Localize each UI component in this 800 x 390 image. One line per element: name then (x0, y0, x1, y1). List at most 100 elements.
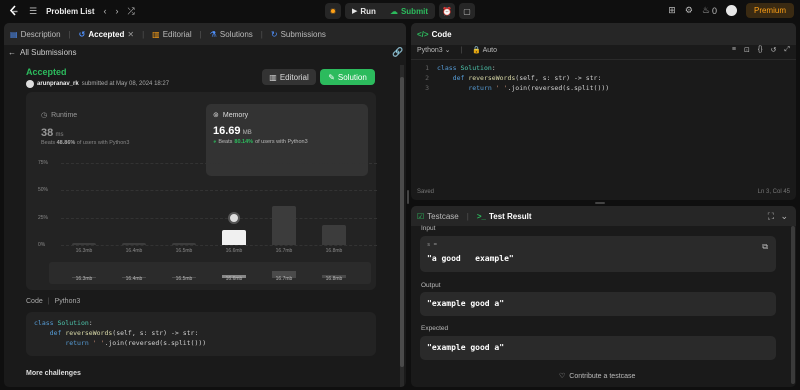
code-line: class Solution: (34, 318, 368, 328)
code-icon: </> (417, 29, 429, 39)
x-tick-label: 16.8mb (325, 248, 343, 254)
maximize-icon[interactable]: ⛶ (768, 211, 774, 222)
tab-editorial[interactable]: ▥ Editorial (152, 30, 191, 39)
braces-icon[interactable]: {} (758, 46, 763, 54)
code-header: </> Code (411, 23, 796, 45)
y-tick-label: 50% (38, 187, 49, 194)
x-tick-label: 16.3mb (75, 248, 93, 254)
chart-bar-16.6mb[interactable] (222, 229, 246, 245)
navigator-label: 16.4mb (125, 276, 143, 282)
submitted-code-block[interactable]: class Solution: def reverseWords(self, s… (26, 312, 376, 356)
tab-testcase[interactable]: ☑ Testcase (417, 212, 459, 221)
solution-button[interactable]: ✎ Solution (320, 69, 375, 85)
problem-list-link[interactable]: Problem List (46, 7, 94, 16)
tab-divider: | (466, 211, 469, 221)
reset-icon[interactable]: ↺ (771, 46, 777, 54)
share-link-icon[interactable]: 🔗 (392, 47, 403, 58)
terminal-icon: >_ (476, 211, 486, 221)
navigator-label: 16.3mb (75, 276, 93, 282)
code-panel: </> Code Python3 ⌄ | 🔒 Auto ≡ ⊡ {} ↺ ⤢ 12… (411, 23, 796, 200)
settings-icon[interactable]: ⚙ (685, 5, 693, 16)
username[interactable]: arunpranav_rk (37, 81, 79, 87)
submit-button[interactable]: ☁ Submit (383, 3, 435, 19)
code-token: return (468, 84, 496, 92)
user-avatar-small[interactable] (26, 80, 34, 88)
tab-description[interactable]: ▤ Description (10, 30, 61, 39)
run-button[interactable]: ▶ Run (345, 3, 383, 19)
your-submission-avatar (228, 211, 240, 224)
streak-counter[interactable]: ♨ 0 (702, 5, 717, 16)
prev-problem-icon[interactable]: ‹ (104, 6, 107, 16)
testcase-scrollbar[interactable] (791, 226, 795, 384)
leetcode-logo-icon[interactable] (8, 5, 20, 17)
code-token: class (34, 319, 58, 327)
arrow-left-icon: ← (8, 47, 16, 57)
expected-label: Expected (421, 325, 449, 332)
chart-bar-16.3mb[interactable] (72, 243, 96, 245)
divider (411, 59, 796, 60)
editorial-button[interactable]: ▥ Editorial (262, 69, 316, 85)
tab-divider: | (199, 29, 202, 39)
auto-mode-button[interactable]: 🔒 Auto (472, 46, 497, 54)
chart-bar-16.5mb[interactable] (172, 243, 196, 245)
status-accepted: Accepted (26, 67, 67, 77)
alarm-icon: ⏰ (442, 6, 453, 16)
expected-value: "example good a" (427, 343, 505, 352)
back-link[interactable]: ← All Submissions (8, 45, 402, 59)
code-token: (self, s: str) -> str: (112, 329, 199, 337)
input-label: Input (421, 225, 436, 232)
close-tab-icon[interactable]: ✕ (127, 30, 134, 39)
code-token: : (491, 64, 496, 72)
code-token: def (452, 74, 469, 82)
output-label: Output (421, 282, 441, 289)
chart-bar-16.7mb[interactable] (272, 205, 296, 245)
book-icon: ▥ (269, 72, 277, 82)
shuffle-icon[interactable]: ⤮ (128, 6, 135, 17)
timer-button[interactable]: ⏰ (439, 3, 456, 19)
format-icon[interactable]: ≡ (732, 46, 736, 54)
code-token: Solution (460, 64, 492, 72)
tab-divider: | (68, 29, 71, 39)
debug-button[interactable]: ✹ (325, 3, 341, 19)
history-icon: ↺ (78, 29, 86, 39)
vertical-resize-handle[interactable] (595, 202, 605, 204)
code-editor[interactable]: class Solution: def reverseWords(self, s… (437, 63, 609, 93)
bookmark-icon[interactable]: ⊡ (744, 46, 750, 54)
submitted-time: submitted at May 08, 2024 18:27 (81, 81, 170, 87)
grid-line (61, 217, 377, 219)
user-avatar[interactable] (725, 5, 737, 16)
list-icon[interactable]: ☰ (29, 6, 37, 17)
input-box: s = "a good example" ⧉ (420, 236, 776, 272)
tab-accepted[interactable]: ↺ Accepted ✕ (79, 30, 134, 39)
copy-icon[interactable]: ⧉ (762, 242, 768, 252)
code-token: reverseWords (65, 329, 113, 337)
tab-solutions[interactable]: ⚗ Solutions (210, 30, 253, 39)
notes-button[interactable]: ▢ (459, 3, 476, 19)
navigator-label: 16.8mb (325, 276, 343, 282)
chart-bar-16.4mb[interactable] (122, 243, 146, 245)
collapse-icon[interactable]: ⌄ (780, 211, 788, 222)
fullscreen-icon[interactable]: ⤢ (784, 46, 790, 54)
chart-bar-16.8mb[interactable] (322, 225, 346, 245)
premium-button[interactable]: Premium (745, 3, 794, 18)
output-box: "example good a" (420, 292, 776, 316)
tab-test-result[interactable]: >_ Test Result (477, 212, 532, 221)
memory-value: 16.69 MB (213, 125, 252, 137)
editor-actions: ≡ ⊡ {} ↺ ⤢ (732, 46, 790, 54)
scrollbar-thumb[interactable] (400, 77, 404, 367)
grid-line (61, 190, 377, 192)
layout-icon[interactable]: ⊞ (668, 5, 676, 16)
left-panel: ▤ Description | ↺ Accepted ✕ | ▥ Editorial |… (4, 23, 406, 387)
contribute-testcase-link[interactable]: ♡ Contribute a testcase (559, 372, 635, 381)
heart-icon: ♡ (559, 373, 566, 380)
code-token: reverseWords (468, 74, 516, 82)
tab-code[interactable]: </> Code (417, 30, 452, 39)
panel-resize-handle[interactable] (407, 190, 409, 204)
left-tab-bar: ▤ Description | ↺ Accepted ✕ | ▥ Editorial |… (4, 23, 406, 45)
tab-submissions[interactable]: ↻ Submissions (271, 30, 326, 39)
runtime-header[interactable]: ◷ Runtime (41, 111, 77, 120)
language-select[interactable]: Python3 ⌄ (417, 46, 451, 54)
next-problem-icon[interactable]: › (116, 6, 119, 16)
